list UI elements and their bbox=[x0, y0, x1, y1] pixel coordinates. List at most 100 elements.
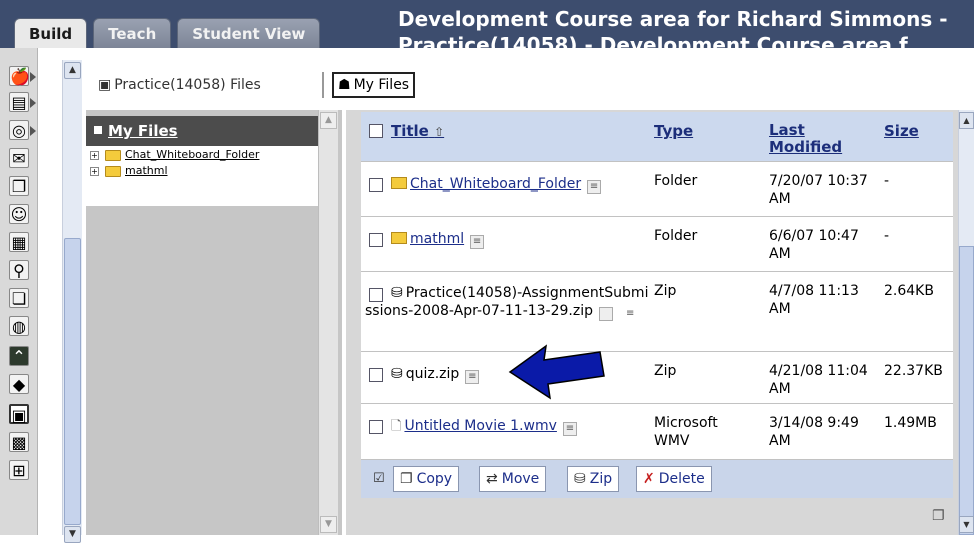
folder-icon bbox=[105, 149, 121, 161]
tab-build[interactable]: Build bbox=[14, 18, 88, 48]
file-size: 1.49MB bbox=[884, 415, 937, 431]
file-size: - bbox=[884, 173, 890, 189]
scroll-thumb[interactable] bbox=[959, 246, 974, 535]
grid-icon[interactable]: ▩ bbox=[9, 432, 29, 452]
context-menu-icon[interactable]: ≡ bbox=[599, 307, 634, 321]
file-type: Folder bbox=[654, 173, 698, 189]
row-checkbox[interactable] bbox=[369, 368, 383, 382]
file-type: Zip bbox=[654, 363, 677, 379]
disc-icon[interactable]: ◎ bbox=[9, 120, 29, 140]
course-title: Development Course area for Richard Simm… bbox=[398, 6, 974, 48]
expand-arrow-icon[interactable] bbox=[30, 126, 36, 136]
table-row: ⛁ Practice(14058)-AssignmentSubmissions-2… bbox=[361, 272, 953, 352]
search-icon[interactable]: ⚲ bbox=[9, 260, 29, 280]
context-menu-icon[interactable]: ≡ bbox=[562, 422, 577, 436]
scorm-icon[interactable]: ▦ bbox=[9, 232, 29, 252]
top-bar: Build Teach Student View Development Cou… bbox=[0, 0, 974, 48]
zip-button[interactable]: ⛁ Zip bbox=[567, 466, 620, 492]
copy-button[interactable]: ❐ Copy bbox=[393, 466, 460, 492]
column-title[interactable]: Title ⇧ bbox=[391, 123, 444, 141]
breadcrumb-parent[interactable]: ▣ Practice(14058) Files bbox=[98, 72, 261, 98]
breadcrumb-separator bbox=[322, 72, 324, 98]
file-size: 2.64KB bbox=[884, 283, 934, 299]
file-link[interactable]: Untitled Movie 1.wmv bbox=[404, 418, 556, 434]
mode-tabs: Build Teach Student View bbox=[14, 18, 326, 48]
file-link[interactable]: mathml bbox=[410, 231, 464, 247]
tab-teach[interactable]: Teach bbox=[93, 18, 172, 48]
ruby-icon[interactable]: ◆ bbox=[9, 374, 29, 394]
move-label: Move bbox=[501, 471, 540, 487]
expand-arrow-icon[interactable] bbox=[30, 72, 36, 82]
tree-header[interactable]: My Files bbox=[86, 116, 318, 146]
column-type[interactable]: Type bbox=[654, 123, 693, 140]
tree-scrollbar[interactable]: ▲ ▼ bbox=[318, 110, 338, 535]
file-modified: 7/20/07 10:37 AM bbox=[769, 173, 868, 207]
delete-label: Delete bbox=[658, 471, 705, 487]
outer-scrollbar[interactable]: ▲ ▼ bbox=[62, 60, 82, 543]
expand-plus-icon[interactable]: + bbox=[90, 150, 99, 160]
zip-icon: ⛁ bbox=[574, 471, 586, 487]
checked-box-icon: ☑ bbox=[373, 471, 385, 486]
scroll-thumb[interactable] bbox=[64, 238, 81, 525]
row-checkbox[interactable] bbox=[369, 178, 383, 192]
move-icon: ⇄ bbox=[486, 471, 498, 487]
context-menu-icon[interactable]: ≡ bbox=[470, 235, 485, 249]
table-header-row: Title ⇧ Type Last Modified Size bbox=[361, 112, 953, 162]
course-files-icon: ▣ bbox=[98, 77, 112, 93]
file-type: Microsoft WMV bbox=[654, 415, 718, 449]
row-checkbox[interactable] bbox=[369, 233, 383, 247]
file-name: quiz.zip bbox=[405, 366, 460, 382]
pages-icon[interactable]: ❐ bbox=[9, 176, 29, 196]
breadcrumb-current-label: My Files bbox=[353, 77, 410, 93]
expand-plus-icon[interactable]: + bbox=[90, 166, 99, 176]
file-size: - bbox=[884, 228, 890, 244]
tab-student-view[interactable]: Student View bbox=[177, 18, 321, 48]
zip-label: Zip bbox=[589, 471, 613, 487]
table-row: ⛁ quiz.zip ≡ Zip 4/21/08 11:04 AM 22.37KB bbox=[361, 352, 953, 404]
row-checkbox[interactable] bbox=[369, 420, 383, 434]
my-files-icon: ☗ bbox=[338, 77, 351, 93]
file-name-cell: mathml ≡ bbox=[391, 230, 485, 249]
file-name-cell: ⛁ Practice(14058)-AssignmentSubmissions-2… bbox=[365, 284, 650, 321]
files-scrollbar[interactable]: ▲ ▼ bbox=[958, 110, 974, 535]
delete-button[interactable]: ✗ Delete bbox=[636, 466, 712, 492]
column-size[interactable]: Size bbox=[884, 123, 919, 140]
scroll-down-icon[interactable]: ▼ bbox=[959, 516, 974, 533]
apple-icon[interactable]: 🍎 bbox=[9, 66, 30, 86]
table-row: Chat_Whiteboard_Folder ≡ Folder 7/20/07 1… bbox=[361, 162, 953, 217]
course-title-line1: Development Course area for Richard Simm… bbox=[398, 7, 948, 31]
expand-arrow-icon[interactable] bbox=[30, 98, 36, 108]
tree-item[interactable]: + mathml bbox=[90, 164, 168, 178]
mail-icon[interactable]: ✉ bbox=[9, 148, 29, 168]
tree-item-label[interactable]: mathml bbox=[125, 164, 168, 178]
file-name-cell: 🗋 Untitled Movie 1.wmv ≡ bbox=[391, 417, 577, 436]
files-table: Title ⇧ Type Last Modified Size Chat_Whi… bbox=[361, 112, 953, 498]
scroll-down-icon[interactable]: ▼ bbox=[320, 516, 337, 533]
tree-structure-icon[interactable]: ⊞ bbox=[9, 460, 29, 480]
collapse-up-icon[interactable]: ⌃ bbox=[9, 346, 29, 366]
people-icon[interactable]: ☺ bbox=[9, 204, 29, 224]
tree-item-label[interactable]: Chat_Whiteboard_Folder bbox=[125, 148, 259, 162]
context-menu-icon[interactable]: ≡ bbox=[587, 180, 602, 194]
scroll-up-icon[interactable]: ▲ bbox=[320, 112, 337, 129]
tree-item[interactable]: + Chat_Whiteboard_Folder bbox=[90, 148, 259, 162]
file-link[interactable]: Chat_Whiteboard_Folder bbox=[410, 176, 581, 192]
file-size: 22.37KB bbox=[884, 363, 943, 379]
file-modified: 4/21/08 11:04 AM bbox=[769, 363, 868, 397]
files-panel: Title ⇧ Type Last Modified Size Chat_Whi… bbox=[346, 110, 958, 535]
scroll-up-icon[interactable]: ▲ bbox=[959, 112, 974, 129]
move-button[interactable]: ⇄ Move bbox=[479, 466, 547, 492]
column-last-modified[interactable]: Last Modified bbox=[769, 122, 849, 156]
tree-list: + Chat_Whiteboard_Folder + mathml bbox=[86, 146, 318, 206]
globe-icon[interactable]: ◍ bbox=[9, 316, 29, 336]
file-modified: 4/7/08 11:13 AM bbox=[769, 283, 859, 317]
context-menu-icon[interactable]: ≡ bbox=[465, 370, 480, 384]
file-manager-icon[interactable]: ▣ bbox=[9, 404, 29, 425]
copy-doc-icon[interactable]: ❏ bbox=[9, 288, 29, 308]
select-all-checkbox[interactable] bbox=[369, 124, 383, 138]
document-icon[interactable]: ▤ bbox=[9, 92, 29, 112]
clipboard-icon[interactable]: ❐ bbox=[932, 508, 945, 524]
copy-icon: ❐ bbox=[400, 471, 413, 487]
breadcrumb-current[interactable]: ☗ My Files bbox=[332, 72, 416, 98]
scroll-up-icon[interactable]: ▲ bbox=[64, 62, 81, 79]
